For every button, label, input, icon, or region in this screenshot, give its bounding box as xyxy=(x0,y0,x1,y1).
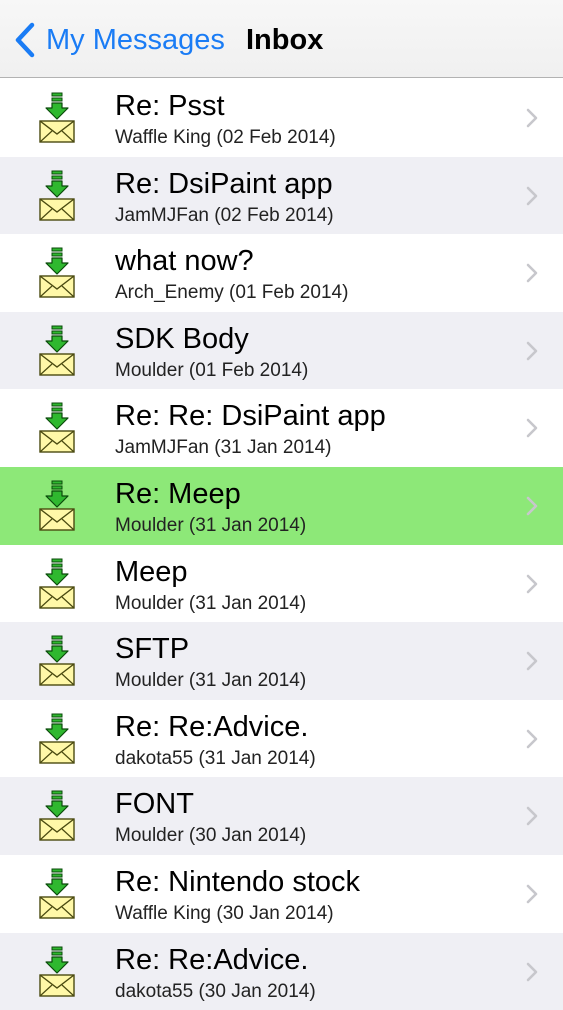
download-envelope-icon xyxy=(39,946,75,997)
message-row[interactable]: Re: Psst Waffle King (02 Feb 2014) xyxy=(0,79,563,157)
chevron-right-icon xyxy=(526,651,538,671)
chevron-right-icon xyxy=(526,108,538,128)
download-envelope-icon xyxy=(39,558,75,609)
message-sender-date: Moulder (01 Feb 2014) xyxy=(115,359,309,381)
message-subject: Re: DsiPaint app xyxy=(115,167,333,200)
download-envelope-icon xyxy=(39,713,75,764)
message-row[interactable]: Meep Moulder (31 Jan 2014) xyxy=(0,544,563,623)
page-title: Inbox xyxy=(246,24,324,56)
chevron-right-icon xyxy=(526,807,538,826)
message-row[interactable]: Re: DsiPaint app JamMJFan (02 Feb 2014) xyxy=(0,156,563,235)
message-row[interactable]: SFTP Moulder (31 Jan 2014) xyxy=(0,622,563,700)
message-subject: SFTP xyxy=(115,633,190,666)
chevron-right-icon xyxy=(526,419,538,438)
message-row[interactable]: SDK Body Moulder (01 Feb 2014) xyxy=(0,311,563,390)
chevron-right-icon xyxy=(526,884,538,904)
message-subject: Re: Re: DsiPaint app xyxy=(115,400,386,433)
chevron-right-icon xyxy=(526,729,538,749)
message-row[interactable]: Re: Re:Advice. dakota55 (30 Jan 2014) xyxy=(0,932,563,1010)
message-sender-date: Moulder (31 Jan 2014) xyxy=(115,670,307,692)
message-sender-date: Moulder (31 Jan 2014) xyxy=(115,514,307,536)
message-row[interactable]: Re: Meep Moulder (31 Jan 2014) xyxy=(0,466,563,545)
chevron-left-icon xyxy=(15,22,35,58)
message-subject: what now? xyxy=(115,245,254,278)
download-envelope-icon xyxy=(39,480,75,531)
message-subject: Re: Psst xyxy=(115,90,225,122)
message-subject: SDK Body xyxy=(115,322,249,355)
download-envelope-icon xyxy=(39,247,75,298)
back-button[interactable]: My Messages xyxy=(14,20,225,60)
chevron-right-icon xyxy=(526,496,538,516)
message-sender-date: Waffle King (02 Feb 2014) xyxy=(115,127,336,148)
message-subject: Re: Re:Advice. xyxy=(115,943,309,976)
chevron-right-icon xyxy=(526,574,538,593)
chevron-right-icon xyxy=(526,186,538,205)
download-envelope-icon xyxy=(39,325,75,376)
message-subject: FONT xyxy=(115,788,194,821)
download-envelope-icon xyxy=(39,170,75,221)
download-envelope-icon xyxy=(39,868,75,919)
message-subject: Meep xyxy=(115,555,188,588)
message-row[interactable]: what now? Arch_Enemy (01 Feb 2014) xyxy=(0,234,563,312)
download-envelope-icon xyxy=(39,92,75,143)
message-row[interactable]: Re: Re: DsiPaint app JamMJFan (31 Jan 20… xyxy=(0,389,563,467)
message-row[interactable]: FONT Moulder (30 Jan 2014) xyxy=(0,777,563,855)
message-sender-date: dakota55 (31 Jan 2014) xyxy=(115,747,316,769)
message-sender-date: Arch_Enemy (01 Feb 2014) xyxy=(115,282,349,304)
chevron-right-icon xyxy=(526,263,538,283)
message-row[interactable]: Re: Nintendo stock Waffle King (30 Jan 2… xyxy=(0,854,563,933)
download-envelope-icon xyxy=(39,635,75,686)
message-sender-date: JamMJFan (02 Feb 2014) xyxy=(115,204,334,226)
message-sender-date: Waffle King (30 Jan 2014) xyxy=(115,902,334,924)
message-row[interactable]: Re: Re:Advice. dakota55 (31 Jan 2014) xyxy=(0,699,563,778)
chevron-right-icon xyxy=(526,962,538,981)
message-subject: Re: Meep xyxy=(115,477,241,510)
message-sender-date: Moulder (30 Jan 2014) xyxy=(115,825,307,847)
back-button-label: My Messages xyxy=(46,24,225,56)
message-list: Re: Psst Waffle King (02 Feb 2014) Re: D… xyxy=(0,79,563,1010)
message-subject: Re: Re:Advice. xyxy=(115,710,309,743)
download-envelope-icon xyxy=(39,402,75,454)
message-subject: Re: Nintendo stock xyxy=(115,865,361,898)
chevron-right-icon xyxy=(526,341,538,361)
message-sender-date: Moulder (31 Jan 2014) xyxy=(115,592,307,614)
download-envelope-icon xyxy=(39,790,75,842)
message-sender-date: JamMJFan (31 Jan 2014) xyxy=(115,437,332,459)
navigation-bar: My Messages Inbox xyxy=(0,0,563,78)
